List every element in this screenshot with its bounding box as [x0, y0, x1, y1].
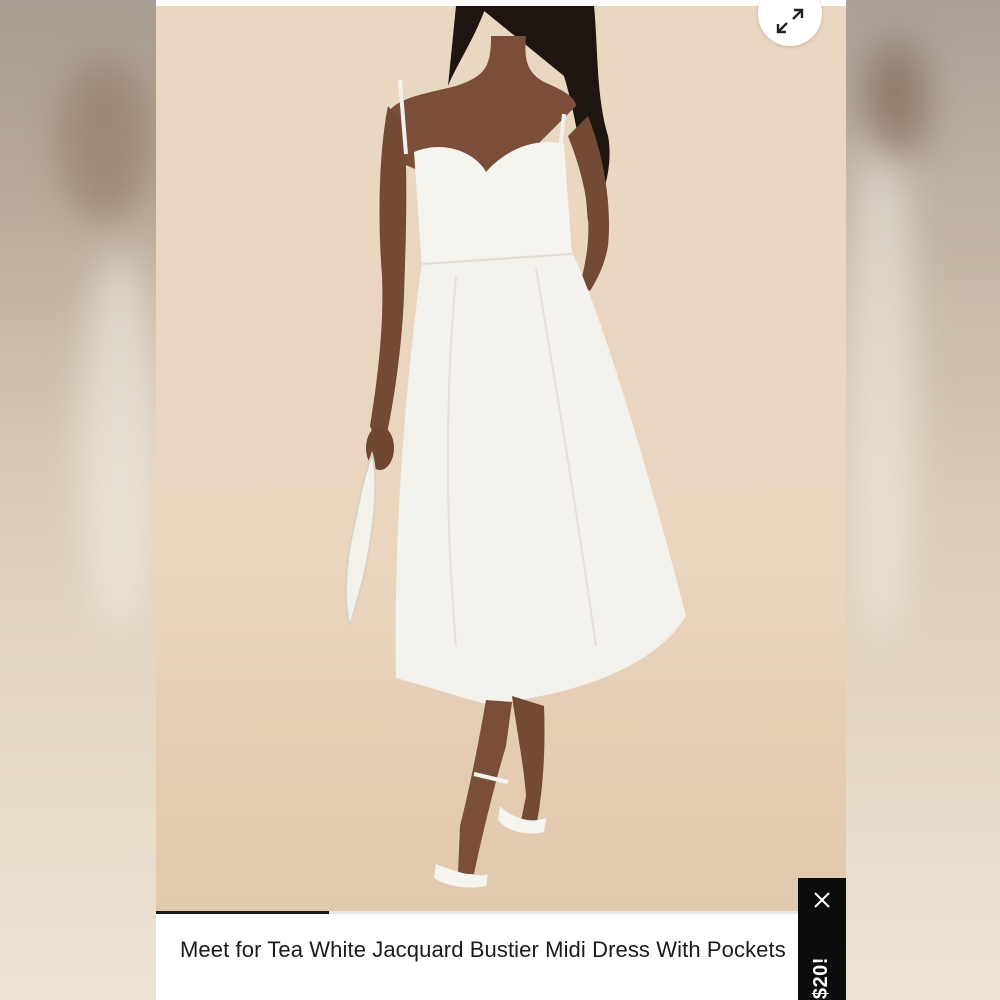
blur-shape	[846, 120, 916, 640]
product-panel: Meet for Tea White Jacquard Bustier Midi…	[156, 0, 846, 1000]
gallery-progress-track	[156, 911, 846, 914]
promo-label[interactable]: et $20!	[810, 957, 833, 1000]
close-icon[interactable]	[812, 890, 832, 910]
promo-tab[interactable]: et $20!	[798, 878, 846, 1000]
blur-shape	[866, 40, 926, 160]
blurred-backdrop-left	[0, 0, 160, 1000]
product-title: Meet for Tea White Jacquard Bustier Midi…	[180, 937, 786, 962]
model-illustration	[344, 6, 686, 888]
expand-arrows-icon	[776, 8, 804, 34]
product-image[interactable]	[156, 6, 846, 912]
blurred-backdrop-right	[846, 0, 1000, 1000]
gallery-progress-fill	[156, 911, 329, 914]
blur-shape	[80, 250, 160, 630]
blur-shape	[60, 60, 150, 220]
